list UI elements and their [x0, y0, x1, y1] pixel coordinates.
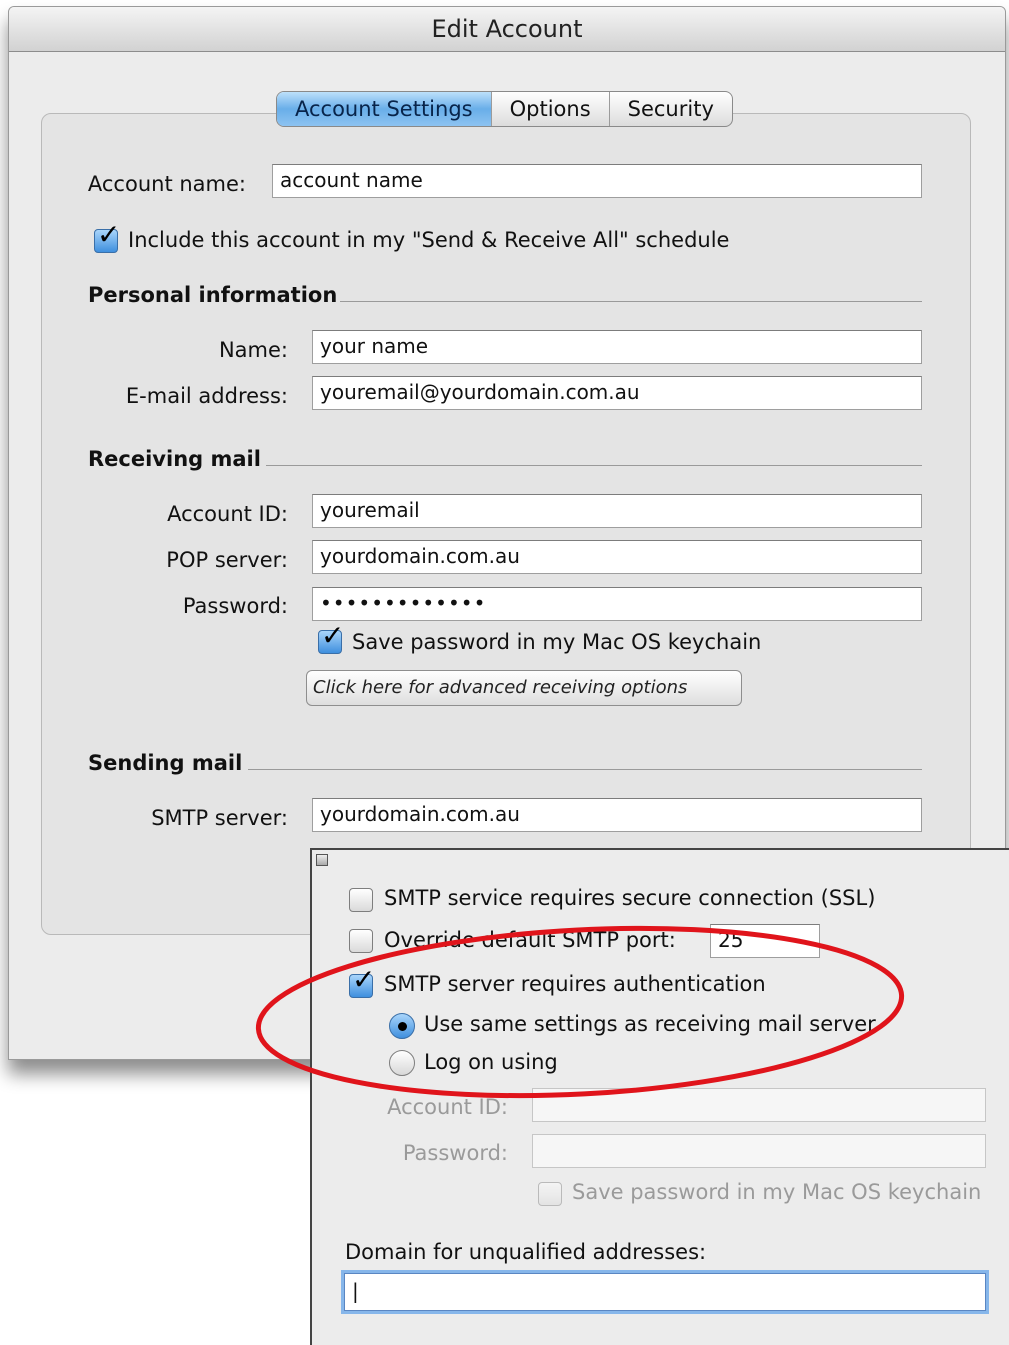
save-password-checkbox[interactable]: ✓ — [318, 622, 344, 654]
smtp-server-field[interactable]: yourdomain.com.au — [312, 798, 922, 832]
account-name-field[interactable]: account name — [272, 164, 922, 198]
password-field[interactable]: ••••••••••••• — [312, 587, 922, 621]
personal-info-heading: Personal information — [88, 283, 338, 307]
advanced-receiving-options-button[interactable]: Click here for advanced receiving option… — [306, 670, 742, 706]
window-title: Edit Account — [9, 7, 1005, 52]
use-same-settings-radio[interactable] — [389, 1013, 415, 1039]
domain-unqualified-field[interactable]: | — [344, 1273, 986, 1311]
smtp-auth-label: SMTP server requires authentication — [384, 972, 766, 996]
radio-dot-icon — [398, 1022, 407, 1031]
logon-save-password-checkbox[interactable] — [538, 1182, 562, 1206]
account-name-label: Account name: — [87, 172, 246, 196]
tab-options[interactable]: Options — [490, 92, 609, 126]
log-on-using-label: Log on using — [424, 1050, 558, 1074]
smtp-server-label: SMTP server: — [151, 806, 288, 830]
name-field[interactable]: your name — [312, 330, 922, 364]
ssl-label: SMTP service requires secure connection … — [384, 886, 876, 910]
divider — [340, 301, 922, 302]
smtp-auth-checkbox[interactable]: ✓ — [349, 966, 375, 998]
tab-account-settings[interactable]: Account Settings — [277, 92, 491, 126]
pop-server-field[interactable]: yourdomain.com.au — [312, 540, 922, 574]
tab-bar: Account Settings Options Security — [276, 91, 733, 127]
password-label: Password: — [182, 594, 288, 618]
pop-server-label: POP server: — [166, 548, 288, 572]
name-label: Name: — [218, 338, 288, 362]
checkmark-icon: ✓ — [352, 963, 376, 996]
email-field[interactable]: youremail@yourdomain.com.au — [312, 376, 922, 410]
override-port-label: Override default SMTP port: — [384, 928, 676, 952]
domain-unqualified-label: Domain for unqualified addresses: — [345, 1240, 707, 1264]
logon-password-label: Password: — [402, 1141, 508, 1165]
logon-password-field[interactable] — [532, 1134, 986, 1168]
save-password-label: Save password in my Mac OS keychain — [352, 630, 762, 654]
checkmark-icon: ✓ — [97, 218, 121, 251]
logon-account-id-label: Account ID: — [387, 1095, 508, 1119]
ssl-checkbox[interactable] — [349, 888, 373, 912]
logon-account-id-field[interactable] — [532, 1088, 986, 1122]
sending-mail-heading: Sending mail — [88, 751, 243, 775]
collapse-icon[interactable] — [316, 854, 328, 866]
smtp-port-field[interactable]: 25 — [710, 924, 820, 958]
override-port-checkbox[interactable] — [349, 929, 373, 953]
tab-security[interactable]: Security — [608, 92, 732, 126]
logon-save-password-label: Save password in my Mac OS keychain — [572, 1180, 982, 1204]
account-id-label: Account ID: — [167, 502, 288, 526]
checkmark-icon: ✓ — [321, 619, 345, 652]
account-id-field[interactable]: youremail — [312, 494, 922, 528]
include-schedule-checkbox[interactable]: ✓ — [94, 221, 120, 253]
include-schedule-label: Include this account in my "Send & Recei… — [128, 228, 730, 252]
email-label: E-mail address: — [125, 384, 288, 408]
receiving-mail-heading: Receiving mail — [88, 447, 261, 471]
divider — [248, 769, 922, 770]
use-same-settings-label: Use same settings as receiving mail serv… — [424, 1012, 876, 1036]
divider — [266, 465, 922, 466]
log-on-using-radio[interactable] — [389, 1050, 415, 1076]
